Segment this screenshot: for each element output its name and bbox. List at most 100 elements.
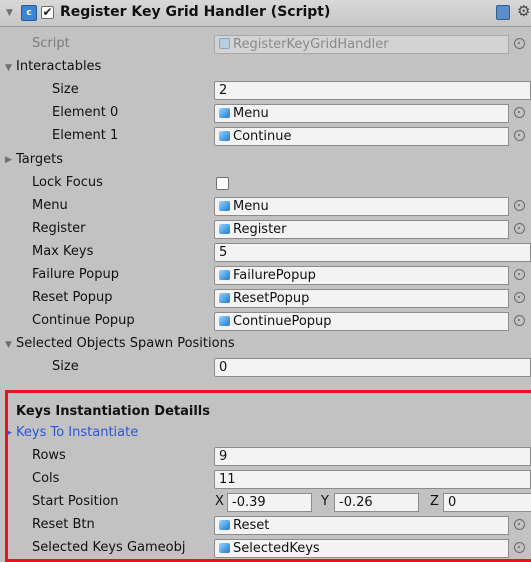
reset-btn-field[interactable]: Reset [214, 516, 509, 535]
register-field[interactable]: Register [214, 220, 509, 239]
script-label: Script [32, 36, 70, 51]
triangle-down-icon[interactable]: ▼ [5, 340, 12, 350]
selected-keys-row: Selected Keys Gameobj SelectedKeys [0, 538, 531, 559]
triangle-down-icon[interactable]: ▼ [6, 8, 13, 18]
lock-focus-label: Lock Focus [32, 175, 103, 190]
continue-popup-value: ContinuePopup [233, 314, 332, 329]
reset-popup-value: ResetPopup [233, 291, 310, 306]
register-value: Register [233, 222, 287, 237]
object-picker-icon[interactable] [514, 269, 525, 280]
reset-popup-label: Reset Popup [32, 290, 113, 305]
keys-to-instantiate-label: Keys To Instantiate [16, 425, 139, 440]
object-picker-icon[interactable] [514, 519, 525, 530]
spawn-positions-size-row: Size 0 [0, 357, 531, 378]
triangle-right-icon[interactable]: ▶ [5, 428, 12, 438]
selected-keys-label: Selected Keys Gameobj [32, 540, 186, 555]
start-position-label: Start Position [32, 494, 119, 509]
continue-popup-label: Continue Popup [32, 313, 135, 328]
cube-icon [219, 520, 230, 530]
element-1-row: Element 1 Continue [0, 126, 531, 147]
element-1-label: Element 1 [52, 128, 119, 143]
script-file-icon [219, 38, 230, 49]
failure-popup-value: FailurePopup [233, 268, 316, 283]
script-row: Script RegisterKeyGridHandler [0, 34, 531, 55]
object-picker-icon[interactable] [514, 542, 525, 553]
cube-icon [219, 270, 230, 280]
reset-popup-row: Reset Popup ResetPopup [0, 288, 531, 309]
reset-btn-value: Reset [233, 518, 270, 533]
script-icon: c [21, 5, 37, 21]
script-field: RegisterKeyGridHandler [214, 35, 509, 54]
start-position-row: Start Position X -0.39 Y -0.26 Z 0 [0, 492, 531, 513]
element-0-label: Element 0 [52, 105, 119, 120]
element-0-row: Element 0 Menu [0, 103, 531, 124]
object-picker-icon[interactable] [514, 130, 525, 141]
interactables-foldout[interactable]: ▼ Interactables [0, 57, 531, 78]
cube-icon [219, 224, 230, 234]
interactables-size-input[interactable]: 2 [214, 81, 531, 100]
element-0-field[interactable]: Menu [214, 104, 509, 123]
triangle-right-icon[interactable]: ▶ [5, 155, 12, 165]
triangle-down-icon[interactable]: ▼ [5, 63, 12, 73]
object-picker-icon[interactable] [514, 200, 525, 211]
spawn-positions-size-input[interactable]: 0 [214, 358, 531, 377]
reset-popup-field[interactable]: ResetPopup [214, 289, 509, 308]
script-value: RegisterKeyGridHandler [233, 37, 389, 52]
y-input[interactable]: -0.26 [334, 493, 419, 512]
menu-field[interactable]: Menu [214, 197, 509, 216]
section-header: Keys Instantiation Detaills [16, 404, 210, 419]
object-picker-icon[interactable] [514, 292, 525, 303]
object-picker-icon[interactable] [514, 107, 525, 118]
z-input[interactable]: 0 [443, 493, 531, 512]
z-label: Z [430, 494, 439, 509]
failure-popup-row: Failure Popup FailurePopup [0, 265, 531, 286]
spawn-positions-foldout[interactable]: ▼ Selected Objects Spawn Positions [0, 334, 531, 355]
lock-focus-row: Lock Focus [0, 173, 531, 194]
menu-row: Menu Menu [0, 196, 531, 217]
max-keys-input[interactable]: 5 [214, 243, 531, 262]
keys-to-instantiate-foldout[interactable]: ▶ Keys To Instantiate [0, 423, 531, 444]
object-picker-icon[interactable] [514, 223, 525, 234]
targets-label: Targets [16, 152, 63, 167]
register-row: Register Register [0, 219, 531, 240]
cols-input[interactable]: 11 [214, 470, 531, 489]
enabled-checkbox[interactable]: ✔ [41, 6, 54, 19]
cube-icon [219, 201, 230, 211]
x-input[interactable]: -0.39 [227, 493, 312, 512]
menu-value: Menu [233, 199, 269, 214]
x-label: X [215, 494, 224, 509]
component-header: ▼ c ✔ Register Key Grid Handler (Script)… [0, 0, 531, 27]
failure-popup-field[interactable]: FailurePopup [214, 266, 509, 285]
y-label: Y [321, 494, 329, 509]
book-icon[interactable] [496, 5, 510, 20]
reset-btn-row: Reset Btn Reset [0, 515, 531, 536]
failure-popup-label: Failure Popup [32, 267, 119, 282]
selected-keys-value: SelectedKeys [233, 541, 320, 556]
selected-keys-field[interactable]: SelectedKeys [214, 539, 509, 558]
interactables-label: Interactables [16, 59, 102, 74]
cols-label: Cols [32, 471, 60, 486]
targets-foldout[interactable]: ▶ Targets [0, 150, 531, 171]
continue-popup-row: Continue Popup ContinuePopup [0, 311, 531, 332]
cube-icon [219, 316, 230, 326]
max-keys-row: Max Keys 5 [0, 242, 531, 263]
rows-row: Rows 9 [0, 446, 531, 467]
menu-label: Menu [32, 198, 68, 213]
size-label: Size [52, 359, 79, 374]
rows-label: Rows [32, 448, 66, 463]
size-label: Size [52, 82, 79, 97]
keys-section-header: Keys Instantiation Detaills [0, 402, 531, 423]
rows-input[interactable]: 9 [214, 447, 531, 466]
element-0-value: Menu [233, 106, 269, 121]
continue-popup-field[interactable]: ContinuePopup [214, 312, 509, 331]
reset-btn-label: Reset Btn [32, 517, 95, 532]
cube-icon [219, 543, 230, 553]
object-picker-icon [514, 38, 525, 49]
object-picker-icon[interactable] [514, 315, 525, 326]
lock-focus-checkbox[interactable] [216, 177, 229, 190]
cube-icon [219, 131, 230, 141]
element-1-field[interactable]: Continue [214, 127, 509, 146]
cube-icon [219, 293, 230, 303]
gear-icon[interactable]: ⚙ [517, 2, 530, 20]
spawn-positions-label: Selected Objects Spawn Positions [16, 336, 235, 351]
